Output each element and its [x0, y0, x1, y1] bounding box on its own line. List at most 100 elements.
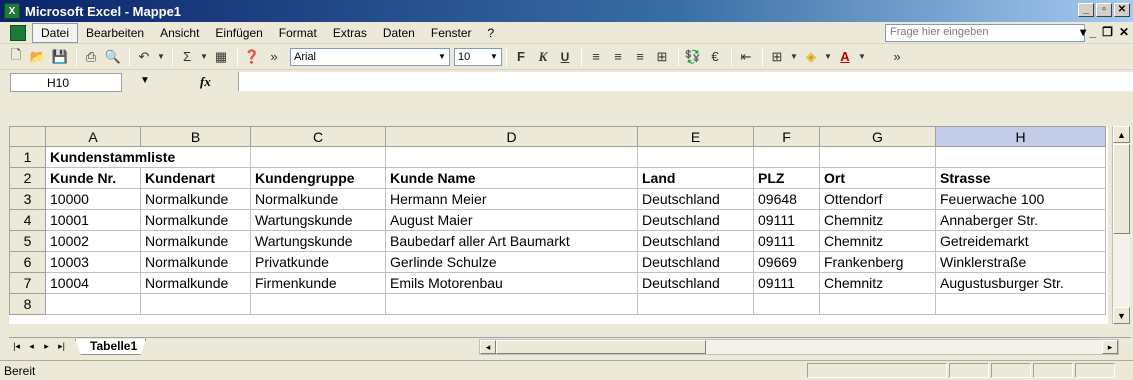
doc-restore-icon[interactable]: ❐ [1102, 25, 1113, 39]
restore-icon[interactable]: ▫ [1096, 3, 1112, 17]
cell-f3[interactable]: 09648 [753, 188, 820, 210]
cell-c2[interactable]: Kundengruppe [250, 167, 386, 189]
toolbar-options-icon[interactable]: » [264, 47, 284, 67]
cell-d4[interactable]: August Maier [385, 209, 638, 231]
column-header-c[interactable]: C [250, 126, 386, 147]
align-left-icon[interactable]: ≡ [586, 47, 606, 67]
print-icon[interactable]: ⎙ [81, 47, 101, 67]
cell-a3[interactable]: 10000 [45, 188, 141, 210]
help-icon[interactable]: ❓ [242, 47, 262, 67]
first-sheet-icon[interactable]: |◂ [9, 341, 24, 352]
cell-e5[interactable]: Deutschland [637, 230, 754, 252]
column-header-e[interactable]: E [637, 126, 754, 147]
cell-b6[interactable]: Normalkunde [140, 251, 251, 273]
cell-a1[interactable]: Kundenstammliste [45, 146, 251, 168]
vertical-scroll-thumb[interactable] [1113, 144, 1130, 234]
cell-a6[interactable]: 10003 [45, 251, 141, 273]
cell-c7[interactable]: Firmenkunde [250, 272, 386, 294]
cell-d5[interactable]: Baubedarf aller Art Baumarkt [385, 230, 638, 252]
cell-e2[interactable]: Land [637, 167, 754, 189]
print-preview-icon[interactable]: 🔍 [103, 47, 123, 67]
font-size-select[interactable]: 10 ▼ [454, 47, 502, 66]
borders-dropdown-icon[interactable]: ▼ [789, 47, 799, 67]
doc-close-icon[interactable]: ✕ [1119, 25, 1129, 39]
euro-icon[interactable]: € [705, 47, 725, 67]
cell-f8[interactable] [753, 293, 820, 315]
autosum-dropdown-icon[interactable]: ▼ [199, 47, 209, 67]
font-color-icon[interactable]: A [835, 47, 855, 67]
cell-b2[interactable]: Kundenart [140, 167, 251, 189]
column-header-f[interactable]: F [753, 126, 820, 147]
insert-function-icon[interactable]: fx [200, 74, 211, 90]
cell-h5[interactable]: Getreidemarkt [935, 230, 1106, 252]
cell-h6[interactable]: Winklerstraße [935, 251, 1106, 273]
cell-c3[interactable]: Normalkunde [250, 188, 386, 210]
cell-c6[interactable]: Privatkunde [250, 251, 386, 273]
cell-g7[interactable]: Chemnitz [819, 272, 936, 294]
close-icon[interactable]: ✕ [1114, 3, 1130, 17]
vertical-scrollbar[interactable]: ▲ ▼ [1112, 126, 1130, 324]
select-all-corner[interactable] [9, 126, 46, 147]
cell-e1[interactable] [637, 146, 754, 168]
row-header[interactable]: 1 [9, 146, 46, 168]
prev-sheet-icon[interactable]: ◂ [24, 341, 39, 352]
align-right-icon[interactable]: ≡ [630, 47, 650, 67]
scroll-left-icon[interactable]: ◂ [480, 340, 496, 354]
row-header[interactable]: 2 [9, 167, 46, 189]
row-header[interactable]: 6 [9, 251, 46, 273]
row-header[interactable]: 8 [9, 293, 46, 315]
cell-f1[interactable] [753, 146, 820, 168]
cell-e4[interactable]: Deutschland [637, 209, 754, 231]
column-header-h[interactable]: H [935, 126, 1106, 147]
horizontal-scrollbar[interactable]: ◂ ▸ [479, 339, 1119, 355]
cell-f7[interactable]: 09111 [753, 272, 820, 294]
cell-c1[interactable] [250, 146, 386, 168]
cell-d3[interactable]: Hermann Meier [385, 188, 638, 210]
cell-b5[interactable]: Normalkunde [140, 230, 251, 252]
decrease-indent-icon[interactable]: ⇤ [736, 47, 756, 67]
menu-format[interactable]: Format [271, 24, 325, 42]
underline-button[interactable]: U [555, 47, 575, 67]
menu-fenster[interactable]: Fenster [423, 24, 480, 42]
toolbar-options-icon[interactable]: » [887, 47, 907, 67]
row-header[interactable]: 4 [9, 209, 46, 231]
doc-minimize-icon[interactable]: ▾ _ [1080, 25, 1096, 39]
row-header[interactable]: 7 [9, 272, 46, 294]
cell-h3[interactable]: Feuerwache 100 [935, 188, 1106, 210]
scroll-right-icon[interactable]: ▸ [1102, 340, 1118, 354]
name-box[interactable]: H10 [10, 72, 122, 92]
fill-color-icon[interactable]: ◈ [801, 47, 821, 67]
cell-a7[interactable]: 10004 [45, 272, 141, 294]
cell-h7[interactable]: Augustusburger Str. [935, 272, 1106, 294]
bold-button[interactable]: F [511, 47, 531, 67]
cell-g5[interactable]: Chemnitz [819, 230, 936, 252]
cell-h8[interactable] [935, 293, 1106, 315]
save-icon[interactable]: 💾 [50, 47, 70, 67]
align-center-icon[interactable]: ≡ [608, 47, 628, 67]
next-sheet-icon[interactable]: ▸ [39, 341, 54, 352]
cell-f2[interactable]: PLZ [753, 167, 820, 189]
column-header-g[interactable]: G [819, 126, 936, 147]
font-name-select[interactable]: Arial ▼ [290, 47, 450, 66]
workbook-icon[interactable] [10, 24, 26, 41]
cell-h2[interactable]: Strasse [935, 167, 1106, 189]
minimize-icon[interactable]: _ [1078, 3, 1094, 17]
cell-b4[interactable]: Normalkunde [140, 209, 251, 231]
cell-a2[interactable]: Kunde Nr. [45, 167, 141, 189]
help-search-input[interactable]: Frage hier eingeben [885, 24, 1085, 42]
autosum-icon[interactable]: Σ [177, 47, 197, 67]
cell-c4[interactable]: Wartungskunde [250, 209, 386, 231]
cell-d8[interactable] [385, 293, 638, 315]
menu-help[interactable]: ? [480, 24, 503, 42]
cell-a5[interactable]: 10002 [45, 230, 141, 252]
cell-a4[interactable]: 10001 [45, 209, 141, 231]
scroll-up-icon[interactable]: ▲ [1113, 126, 1130, 143]
cell-g2[interactable]: Ort [819, 167, 936, 189]
open-folder-icon[interactable]: 📂 [28, 47, 48, 67]
new-document-icon[interactable]: 🗋 [6, 47, 26, 67]
cell-d6[interactable]: Gerlinde Schulze [385, 251, 638, 273]
row-header[interactable]: 3 [9, 188, 46, 210]
last-sheet-icon[interactable]: ▸| [54, 341, 69, 352]
column-header-b[interactable]: B [140, 126, 251, 147]
scroll-down-icon[interactable]: ▼ [1113, 307, 1130, 324]
